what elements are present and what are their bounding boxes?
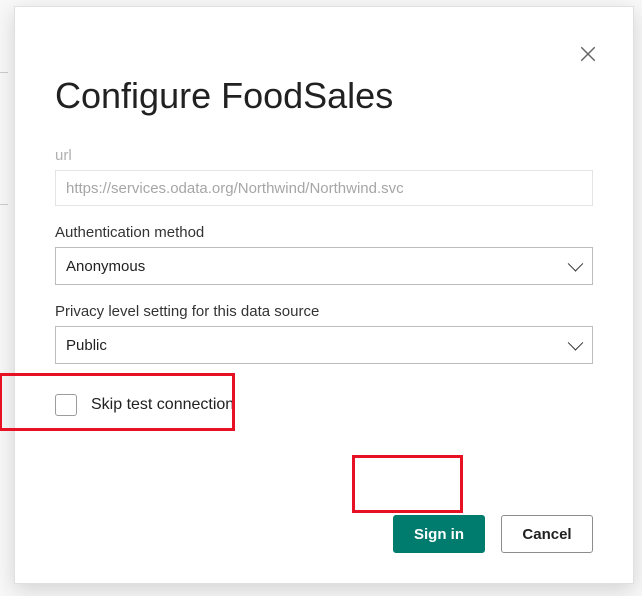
configure-dialog: Configure FoodSales url Authentication m… — [14, 6, 634, 584]
close-icon[interactable] — [579, 45, 597, 63]
sign-in-button[interactable]: Sign in — [393, 515, 485, 553]
privacy-label: Privacy level setting for this data sour… — [55, 303, 593, 320]
privacy-field-group: Privacy level setting for this data sour… — [55, 303, 593, 364]
auth-select[interactable]: Anonymous — [55, 247, 593, 285]
skip-test-row: Skip test connection — [55, 394, 593, 416]
auth-field-group: Authentication method Anonymous — [55, 224, 593, 285]
dialog-actions: Sign in Cancel — [393, 515, 593, 553]
dialog-title: Configure FoodSales — [55, 75, 593, 117]
auth-select-wrap: Anonymous — [55, 247, 593, 285]
cancel-button[interactable]: Cancel — [501, 515, 593, 553]
url-field-group: url — [55, 147, 593, 206]
privacy-select-wrap: Public — [55, 326, 593, 364]
skip-test-checkbox[interactable] — [55, 394, 77, 416]
skip-test-label: Skip test connection — [91, 396, 234, 414]
auth-label: Authentication method — [55, 224, 593, 241]
privacy-select[interactable]: Public — [55, 326, 593, 364]
annotation-sign-in — [352, 455, 463, 513]
url-label: url — [55, 147, 593, 164]
url-input[interactable] — [55, 170, 593, 206]
